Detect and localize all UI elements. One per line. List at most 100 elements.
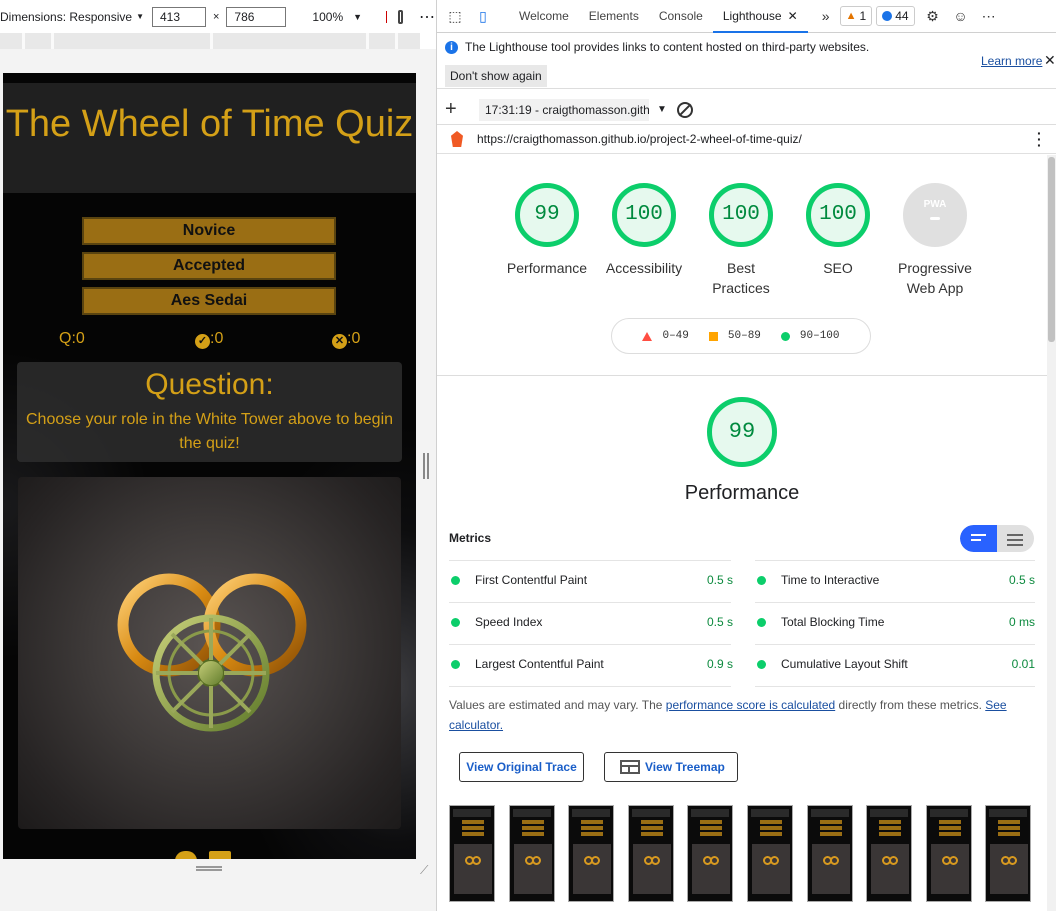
- section-divider: [437, 375, 1047, 376]
- metric-name: Time to Interactive: [781, 573, 880, 587]
- media-query-ruler: [0, 33, 420, 49]
- incorrect-score-value: :0: [347, 330, 361, 347]
- dimensions-dropdown[interactable]: Dimensions: Responsive: [0, 10, 132, 24]
- report-menu-icon[interactable]: · · ·: [1037, 126, 1042, 152]
- messages-badge[interactable]: 44: [876, 6, 915, 26]
- metric-name: Speed Index: [475, 615, 543, 629]
- device-height-input[interactable]: [226, 6, 287, 27]
- filmstrip-frame: [508, 805, 555, 902]
- metric-value: 0.5 s: [706, 573, 733, 587]
- viewport-height-handle[interactable]: [196, 866, 222, 871]
- gauge-performance[interactable]: 99 Performance: [507, 183, 587, 276]
- close-tab-icon[interactable]: ✕: [788, 9, 798, 23]
- filmstrip-frame: [747, 805, 793, 902]
- view-treemap-button[interactable]: View Treemap: [604, 752, 738, 782]
- view-original-trace-button[interactable]: View Original Trace: [459, 752, 584, 782]
- user-profile-icon[interactable]: ☺: [951, 6, 971, 26]
- pass-dot-icon: [451, 660, 460, 669]
- device-width-input[interactable]: [151, 6, 206, 27]
- report-selector[interactable]: 17:31:19 - craigthomasson.gith: [479, 98, 649, 121]
- gauge-best-practices[interactable]: 100 Best Practices: [709, 183, 773, 296]
- customize-menu-icon[interactable]: ⋯: [979, 6, 999, 26]
- close-infobar-icon[interactable]: ✕: [1044, 52, 1056, 69]
- novice-button[interactable]: Novice: [82, 217, 336, 245]
- inspect-element-icon[interactable]: ⬚: [445, 6, 465, 26]
- legend-fail-label: 0–49: [662, 330, 689, 342]
- metrics-view-toggle[interactable]: [960, 525, 1034, 552]
- performance-section-title: Performance: [684, 482, 800, 504]
- more-tabs-icon[interactable]: »: [816, 6, 836, 26]
- filmstrip-frame: [568, 805, 615, 902]
- filmstrip-frame: [806, 805, 853, 902]
- metric-value: 0 ms: [1008, 615, 1035, 629]
- performance-big-gauge: 99: [707, 397, 777, 467]
- pass-dot-icon: [757, 618, 766, 627]
- average-square-icon: [708, 331, 718, 341]
- gauge-seo[interactable]: 100 SEO: [806, 183, 870, 276]
- filmstrip: [449, 805, 1039, 905]
- correct-score: ✓:0: [195, 330, 223, 349]
- accepted-button[interactable]: Accepted: [82, 252, 336, 280]
- gauge-accessibility[interactable]: 100 Accessibility: [606, 183, 682, 276]
- pass-dot-icon: [451, 576, 460, 585]
- legend-fail: 0–49: [642, 330, 689, 342]
- linkedin-icon[interactable]: [209, 851, 231, 859]
- compact-view-icon[interactable]: [960, 525, 997, 552]
- tab-lighthouse[interactable]: Lighthouse ✕: [712, 0, 808, 33]
- viewport-width-handle[interactable]: [423, 453, 429, 479]
- tab-console[interactable]: Console: [649, 0, 713, 33]
- device-toolbar: Dimensions: Responsive ▼ × 100% ▼ ⋯: [0, 0, 436, 33]
- metric-name: Cumulative Layout Shift: [781, 657, 908, 671]
- learn-more-link[interactable]: Learn more: [981, 54, 1042, 68]
- metric-tbt[interactable]: Total Blocking Time 0 ms: [757, 614, 1035, 634]
- metrics-note: Values are estimated and may vary. The p…: [449, 695, 1029, 735]
- infobar-text: The Lighthouse tool provides links to co…: [465, 40, 870, 54]
- correct-score-value: :0: [210, 330, 224, 347]
- rotate-icon[interactable]: [398, 9, 403, 24]
- metric-value: 0.9 s: [706, 657, 733, 671]
- metric-tti[interactable]: Time to Interactive 0.5 s: [757, 572, 1035, 592]
- legend-pass: 90–100: [780, 330, 840, 342]
- gauge-pwa[interactable]: PWA Progressive Web App: [898, 183, 972, 296]
- metric-speed-index[interactable]: Speed Index 0.5 s: [451, 614, 733, 634]
- tab-lighthouse-label: Lighthouse: [722, 8, 782, 23]
- metric-lcp[interactable]: Largest Contentful Paint 0.9 s: [451, 656, 733, 676]
- warnings-count: 1: [859, 9, 867, 23]
- zoom-dropdown[interactable]: 100%: [312, 10, 343, 24]
- report-url-bar: https://craigthomasson.github.io/project…: [437, 125, 1056, 154]
- gauge-performance-score: 99: [515, 183, 579, 247]
- filmstrip-frame: [627, 805, 674, 902]
- report-scrollbar[interactable]: [1047, 155, 1056, 911]
- metric-name: Largest Contentful Paint: [475, 657, 604, 671]
- dimensions-caret-icon[interactable]: ▼: [136, 12, 144, 21]
- tab-welcome[interactable]: Welcome: [509, 0, 579, 33]
- scrollbar-thumb[interactable]: [1048, 157, 1055, 342]
- settings-gear-icon[interactable]: ⚙: [923, 6, 943, 26]
- resize-corner-icon[interactable]: ⟋: [420, 863, 432, 877]
- incorrect-score: ✕:0: [332, 330, 360, 349]
- filmstrip-frame: [925, 805, 972, 902]
- metric-cls[interactable]: Cumulative Layout Shift 0.01: [757, 656, 1035, 676]
- warnings-badge[interactable]: ▲ 1: [839, 6, 873, 26]
- metric-fcp[interactable]: First Contentful Paint 0.5 s: [451, 572, 733, 592]
- footer-icons: [175, 851, 231, 859]
- score-calculation-link[interactable]: performance score is calculated: [666, 698, 835, 712]
- device-toolbar-icon[interactable]: ▯: [473, 6, 493, 26]
- lighthouse-infobar: i The Lighthouse tool provides links to …: [437, 33, 1056, 89]
- report-caret-icon[interactable]: ▼: [657, 104, 667, 115]
- more-options-icon[interactable]: ⋯: [419, 7, 436, 27]
- zoom-caret-icon[interactable]: ▼: [353, 12, 362, 22]
- question-box: Question: Choose your role in the White …: [17, 362, 402, 462]
- pwa-badge-icon: PWA: [903, 183, 967, 247]
- metrics-title: Metrics: [449, 531, 492, 545]
- github-icon[interactable]: [175, 851, 197, 859]
- new-report-icon[interactable]: +: [445, 98, 465, 121]
- clear-reports-icon[interactable]: [676, 101, 693, 118]
- legend-average: 50–89: [708, 330, 761, 342]
- pass-circle-icon: [780, 331, 790, 341]
- dont-show-again-button[interactable]: Don't show again: [445, 65, 547, 87]
- tab-elements[interactable]: Elements: [579, 0, 649, 33]
- filmstrip-frame: [866, 805, 913, 902]
- aes-sedai-button[interactable]: Aes Sedai: [82, 287, 336, 315]
- pass-dot-icon: [757, 660, 766, 669]
